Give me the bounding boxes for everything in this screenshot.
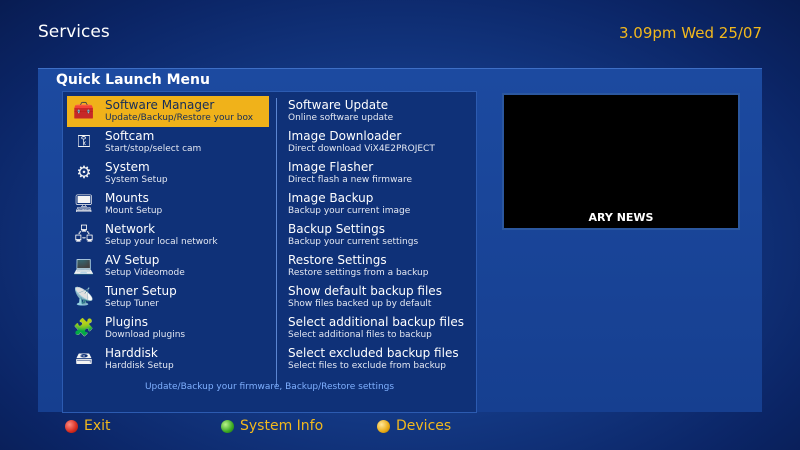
satellite-dish-icon: 📡 <box>73 286 95 307</box>
submenu-item-name: Select additional backup files <box>288 315 464 329</box>
menu-item-desc: Download plugins <box>105 330 186 340</box>
right-menu: Software Update Online software update I… <box>288 96 473 375</box>
submenu-item-restore-settings[interactable]: Restore Settings Restore settings from a… <box>288 251 473 282</box>
menu-item-harddisk[interactable]: 🖴 Harddisk Harddisk Setup <box>67 344 269 375</box>
menu-item-tuner-setup[interactable]: 📡 Tuner Setup Setup Tuner <box>67 282 269 313</box>
menu-item-network[interactable]: 🖧 Network Setup your local network <box>67 220 269 251</box>
tv-preview: ARY NEWS <box>502 93 740 230</box>
submenu-item-image-backup[interactable]: Image Backup Backup your current image <box>288 189 473 220</box>
key-icon: ⚿ <box>77 131 91 152</box>
submenu-item-name: Image Backup <box>288 191 374 205</box>
menu-item-name: Softcam <box>105 129 155 143</box>
submenu-item-software-update[interactable]: Software Update Online software update <box>288 96 473 127</box>
menu-item-desc: Update/Backup/Restore your box <box>105 113 254 123</box>
computer-icon: 🖥 <box>73 193 95 214</box>
submenu-item-desc: Direct flash a new firmware <box>288 175 412 185</box>
submenu-item-desc: Restore settings from a backup <box>288 268 429 278</box>
panel-title: Quick Launch Menu <box>56 72 210 88</box>
menu-item-name: Plugins <box>105 315 148 329</box>
menu-item-desc: Setup your local network <box>105 237 218 247</box>
menu-item-plugins[interactable]: 🧩 Plugins Download plugins <box>67 313 269 344</box>
menu-item-desc: Setup Tuner <box>105 299 159 309</box>
exit-label: Exit <box>84 418 111 434</box>
submenu-item-desc: Backup your current settings <box>288 237 419 247</box>
harddisk-icon: 🖴 <box>75 348 93 369</box>
submenu-item-select-excluded-backup-files[interactable]: Select excluded backup files Select file… <box>288 344 473 375</box>
menu-item-name: Network <box>105 222 156 236</box>
red-button-icon <box>65 419 78 433</box>
menu-item-name: Mounts <box>105 191 149 205</box>
submenu-item-select-additional-backup-files[interactable]: Select additional backup files Select ad… <box>288 313 473 344</box>
exit-button[interactable]: Exit <box>65 418 111 434</box>
submenu-item-name: Backup Settings <box>288 222 386 236</box>
green-button-icon <box>221 419 234 433</box>
menu-item-name: Software Manager <box>105 98 215 112</box>
submenu-item-backup-settings[interactable]: Backup Settings Backup your current sett… <box>288 220 473 251</box>
submenu-item-show-default-backup-files[interactable]: Show default backup files Show files bac… <box>288 282 473 313</box>
menu-item-name: Tuner Setup <box>105 284 177 298</box>
submenu-item-image-downloader[interactable]: Image Downloader Direct download ViX4E2P… <box>288 127 473 158</box>
quick-launch-panel: Quick Launch Menu 🧰 Software Manager Upd… <box>38 68 762 413</box>
submenu-item-desc: Online software update <box>288 113 394 123</box>
menu-item-desc: Mount Setup <box>105 206 163 216</box>
devices-label: Devices <box>396 418 452 434</box>
yellow-button-icon <box>377 419 390 433</box>
submenu-item-desc: Select additional files to backup <box>288 330 432 340</box>
menu-item-desc: System Setup <box>105 175 168 185</box>
submenu-item-name: Restore Settings <box>288 253 387 267</box>
page-title: Services <box>38 22 110 42</box>
devices-button[interactable]: Devices <box>377 418 451 434</box>
menu-item-desc: Harddisk Setup <box>105 361 174 371</box>
clock: 3.09pm Wed 25/07 <box>619 24 762 42</box>
channel-name: ARY NEWS <box>588 211 654 224</box>
submenu-item-desc: Show files backed up by default <box>288 299 432 309</box>
laptop-icon: 💻 <box>73 255 95 276</box>
submenu-item-image-flasher[interactable]: Image Flasher Direct flash a new firmwar… <box>288 158 473 189</box>
network-icon: 🖧 <box>74 224 94 245</box>
footer-buttons: Exit System Info Devices <box>0 418 800 440</box>
left-menu: 🧰 Software Manager Update/Backup/Restore… <box>67 96 269 375</box>
gears-icon: ⚙ <box>76 162 92 183</box>
menu-item-system[interactable]: ⚙ System System Setup <box>67 158 269 189</box>
column-divider <box>276 98 277 386</box>
menu-item-mounts[interactable]: 🖥 Mounts Mount Setup <box>67 189 269 220</box>
system-info-button[interactable]: System Info <box>221 418 323 434</box>
toolbox-icon: 🧰 <box>73 100 95 121</box>
submenu-item-name: Software Update <box>288 98 389 112</box>
submenu-item-desc: Direct download ViX4E2PROJECT <box>288 144 435 154</box>
menu-item-softcam[interactable]: ⚿ Softcam Start/stop/select cam <box>67 127 269 158</box>
menu-item-desc: Start/stop/select cam <box>105 144 202 154</box>
system-info-label: System Info <box>240 418 324 434</box>
menu-item-software-manager[interactable]: 🧰 Software Manager Update/Backup/Restore… <box>67 96 269 127</box>
menu-item-av-setup[interactable]: 💻 AV Setup Setup Videomode <box>67 251 269 282</box>
menu-box: 🧰 Software Manager Update/Backup/Restore… <box>62 91 477 413</box>
submenu-item-name: Select excluded backup files <box>288 346 459 360</box>
menu-item-desc: Setup Videomode <box>105 268 185 278</box>
submenu-item-name: Image Flasher <box>288 160 374 174</box>
submenu-item-desc: Backup your current image <box>288 206 411 216</box>
menu-item-name: Harddisk <box>105 346 158 360</box>
puzzle-icon: 🧩 <box>73 317 95 338</box>
submenu-item-name: Show default backup files <box>288 284 442 298</box>
submenu-item-name: Image Downloader <box>288 129 402 143</box>
menu-item-name: AV Setup <box>105 253 160 267</box>
submenu-item-desc: Select files to exclude from backup <box>288 361 446 371</box>
menu-item-name: System <box>105 160 150 174</box>
status-text: Update/Backup your firmware, Backup/Rest… <box>144 382 395 392</box>
